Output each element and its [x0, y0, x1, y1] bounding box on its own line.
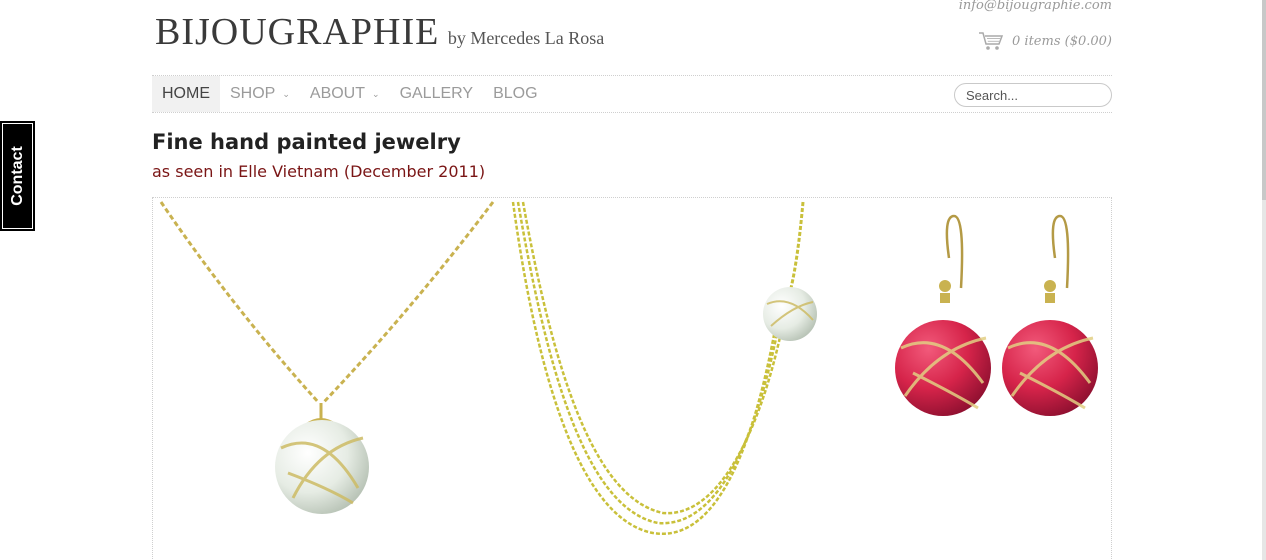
- cart-summary: 0 items ($0.00): [1012, 33, 1112, 49]
- multistrand-necklace: [511, 201, 817, 536]
- brand-byline: by Mercedes La Rosa: [447, 28, 605, 48]
- nav-item-blog[interactable]: BLOG: [483, 76, 547, 112]
- scrollbar-thumb[interactable]: [1262, 0, 1266, 200]
- pendant-necklace: [159, 201, 495, 514]
- search-input[interactable]: [954, 83, 1112, 107]
- header-email[interactable]: info@bijougraphie.com: [959, 0, 1112, 13]
- scrollbar[interactable]: [1262, 0, 1266, 560]
- nav-item-gallery[interactable]: GALLERY: [390, 76, 484, 112]
- nav-item-label: ABOUT: [309, 85, 366, 102]
- nav-item-label: SHOP: [230, 85, 276, 102]
- site-logo[interactable]: BIJOUGRAPHIE by Mercedes La Rosa: [155, 10, 604, 54]
- red-earrings: [895, 214, 1098, 416]
- page-title: Fine hand painted jewelry: [152, 130, 461, 154]
- contact-tab-label: Contact: [8, 146, 26, 206]
- nav-item-label: GALLERY: [399, 85, 474, 102]
- brand-name: BIJOUGRAPHIE: [155, 11, 440, 53]
- contact-tab[interactable]: Contact: [0, 121, 35, 231]
- page-subtitle: as seen in Elle Vietnam (December 2011): [152, 162, 486, 181]
- nav-item-label: BLOG: [493, 85, 538, 102]
- featured-jewelry-image: [152, 197, 1112, 560]
- nav-item-label: HOME: [162, 85, 210, 102]
- chevron-down-icon: ⌄: [372, 88, 380, 99]
- nav-item-about[interactable]: ABOUT ⌄: [300, 76, 390, 112]
- main-navigation: HOME SHOP ⌄ ABOUT ⌄ GALLERY BLOG: [152, 75, 1112, 113]
- nav-item-shop[interactable]: SHOP ⌄: [220, 76, 300, 112]
- cart-link[interactable]: 0 items ($0.00): [978, 31, 1112, 51]
- cart-icon: [978, 31, 1004, 51]
- nav-item-home[interactable]: HOME: [152, 76, 220, 112]
- chevron-down-icon: ⌄: [282, 88, 290, 99]
